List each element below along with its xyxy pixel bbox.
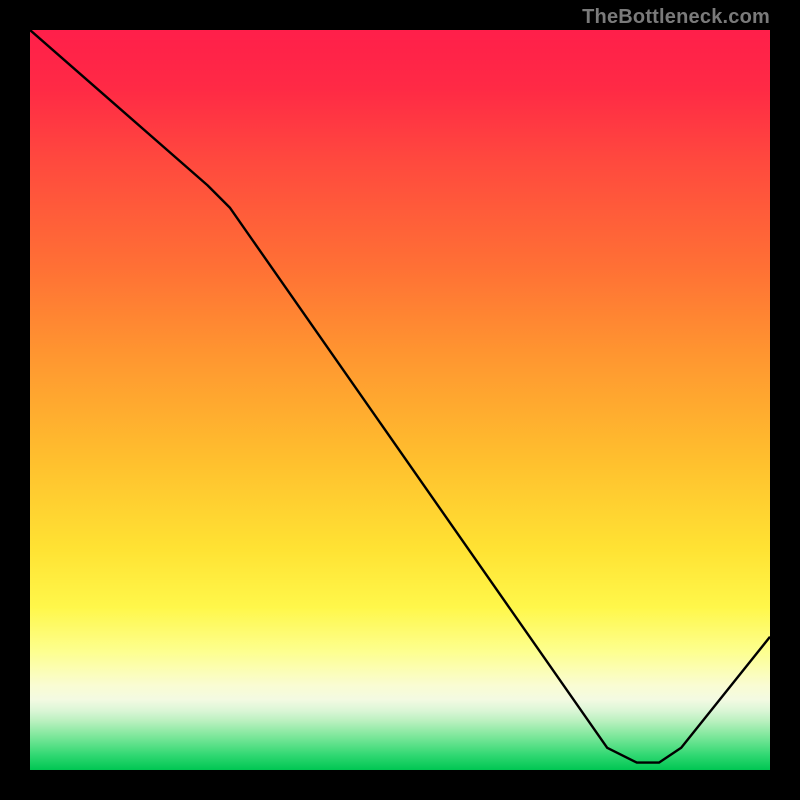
attribution-label: TheBottleneck.com <box>582 6 770 29</box>
curve-svg <box>30 30 770 770</box>
plot-area <box>30 30 770 770</box>
chart-frame: TheBottleneck.com <box>0 0 800 800</box>
curve-line <box>30 30 770 763</box>
